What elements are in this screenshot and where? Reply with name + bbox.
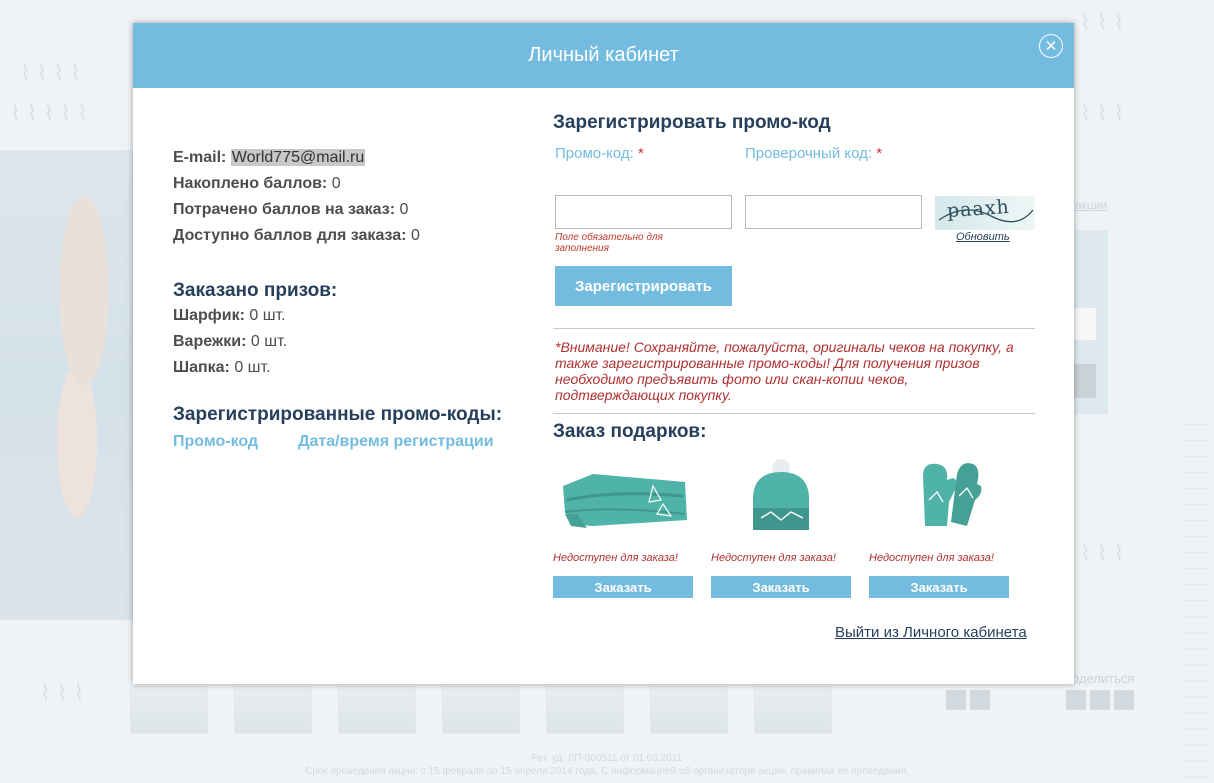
registered-codes-table-header: Промо-код Дата/время регистрации	[173, 433, 533, 451]
modal-title: Личный кабинет	[528, 44, 679, 66]
available-value: 0	[410, 227, 420, 244]
promo-code-label-text: Промо-код:	[555, 145, 634, 162]
prize-label: Шапка:	[173, 359, 230, 376]
divider	[553, 413, 1035, 414]
prize-label: Варежки:	[173, 333, 247, 350]
gifts-title: Заказ подарков:	[553, 421, 707, 442]
registered-codes-title: Зарегистрированные промо-коды:	[173, 404, 503, 425]
check-code-label: Проверочный код: *	[745, 145, 882, 162]
promo-code-label: Промо-код: *	[555, 145, 644, 162]
scarf-icon	[553, 456, 693, 540]
gift-mittens: Недоступен для заказа! Заказать	[869, 456, 1009, 598]
available-label: Доступно баллов для заказа:	[173, 227, 407, 244]
hat-icon	[711, 456, 851, 540]
gift-scarf: Недоступен для заказа! Заказать	[553, 456, 693, 598]
gift-status: Недоступен для заказа!	[869, 552, 994, 564]
prize-row-scarf: Шарфик: 0 шт.	[173, 303, 533, 329]
check-code-input[interactable]	[745, 195, 922, 229]
register-title: Зарегистрировать промо-код	[553, 112, 831, 133]
warning-text: *Внимание! Сохраняйте, пожалуйста, ориги…	[555, 339, 1014, 403]
divider	[553, 328, 1035, 329]
promo-code-error: Поле обязательно для заполнения	[555, 232, 663, 254]
email-value: World775@mail.ru	[230, 149, 366, 166]
captcha-image: paaxh	[935, 196, 1035, 230]
earned-row: Накоплено баллов: 0	[173, 171, 533, 197]
prize-row-hat: Шапка: 0 шт.	[173, 355, 533, 381]
required-mark: *	[876, 145, 883, 162]
order-mittens-button[interactable]: Заказать	[869, 576, 1009, 598]
check-code-label-text: Проверочный код:	[745, 145, 873, 162]
gift-status: Недоступен для заказа!	[711, 552, 836, 564]
column-registration-datetime[interactable]: Дата/время регистрации	[298, 433, 493, 451]
captcha-refresh-link[interactable]: Обновить	[956, 231, 1010, 243]
spent-value: 0	[399, 201, 409, 218]
prize-value: 0 шт.	[234, 359, 271, 376]
prize-value: 0 шт.	[250, 333, 288, 350]
prize-label: Шарфик:	[173, 307, 245, 324]
email-label: E-mail:	[173, 149, 227, 166]
email-row: E-mail: World775@mail.ru	[173, 145, 533, 171]
earned-value: 0	[331, 175, 341, 192]
required-mark: *	[637, 145, 644, 162]
logout-link[interactable]: Выйти из Личного кабинета	[835, 624, 1027, 641]
captcha-text: paaxh	[946, 195, 1011, 223]
prize-value: 0 шт.	[249, 307, 286, 324]
account-summary: E-mail: World775@mail.ru Накоплено балло…	[173, 145, 533, 451]
earned-label: Накоплено баллов:	[173, 175, 328, 192]
spent-label: Потрачено баллов на заказ:	[173, 201, 396, 218]
promo-register-panel: Зарегистрировать промо-код Промо-код: * …	[553, 111, 1035, 598]
spent-row: Потрачено баллов на заказ: 0	[173, 197, 533, 223]
close-icon[interactable]: ✕	[1039, 34, 1063, 58]
column-promo-code[interactable]: Промо-код	[173, 433, 258, 451]
modal-header: Личный кабинет	[133, 23, 1074, 88]
order-scarf-button[interactable]: Заказать	[553, 576, 693, 598]
order-hat-button[interactable]: Заказать	[711, 576, 851, 598]
prize-row-mittens: Варежки: 0 шт.	[173, 329, 533, 355]
gift-status: Недоступен для заказа!	[553, 552, 678, 564]
promo-code-input[interactable]	[555, 195, 732, 229]
mittens-icon	[869, 456, 1009, 540]
register-button[interactable]: Зарегистрировать	[555, 266, 732, 306]
prizes-title: Заказано призов:	[173, 280, 338, 301]
gift-hat: Недоступен для заказа! Заказать	[711, 456, 851, 598]
available-row: Доступно баллов для заказа: 0	[173, 223, 533, 249]
account-modal: Личный кабинет ✕ E-mail: World775@mail.r…	[133, 23, 1074, 684]
